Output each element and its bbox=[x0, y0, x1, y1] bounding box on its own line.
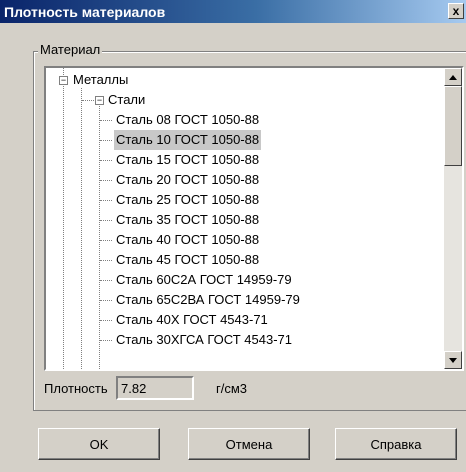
scroll-up-button[interactable] bbox=[444, 68, 462, 86]
close-icon[interactable]: x bbox=[448, 3, 464, 19]
tree-leaf-label: Сталь 40Х ГОСТ 4543-71 bbox=[116, 312, 268, 327]
collapse-icon[interactable]: − bbox=[59, 76, 68, 85]
tree-line bbox=[100, 120, 112, 121]
tree-line bbox=[100, 180, 112, 181]
arrow-down-icon bbox=[449, 357, 457, 363]
density-unit-label: г/см3 bbox=[216, 381, 248, 396]
tree-node-label: Металлы bbox=[73, 72, 129, 87]
material-group-label: Материал bbox=[38, 42, 103, 57]
tree-line bbox=[100, 160, 112, 161]
arrow-up-icon bbox=[449, 74, 457, 80]
tree-line bbox=[63, 68, 64, 369]
tree-line bbox=[82, 100, 94, 101]
tree-line bbox=[100, 320, 112, 321]
ok-button[interactable]: OK bbox=[38, 428, 160, 460]
tree-line bbox=[100, 280, 112, 281]
tree-leaf-label: Сталь 25 ГОСТ 1050-88 bbox=[116, 192, 260, 207]
tree-leaf-label: Сталь 65С2ВА ГОСТ 14959-79 bbox=[116, 292, 300, 307]
scroll-thumb[interactable] bbox=[444, 86, 462, 166]
tree-line bbox=[100, 140, 112, 141]
collapse-icon[interactable]: − bbox=[95, 96, 104, 105]
tree-leaf-label: Сталь 45 ГОСТ 1050-88 bbox=[116, 252, 260, 267]
material-tree[interactable]: − Металлы − Стали Сталь 08 ГОСТ 1050-88 С… bbox=[44, 66, 464, 371]
density-label: Плотность bbox=[44, 381, 108, 396]
title-bar: Плотность материалов x bbox=[0, 0, 466, 23]
density-field[interactable] bbox=[116, 376, 194, 400]
scroll-down-button[interactable] bbox=[444, 351, 462, 369]
tree-line bbox=[100, 240, 112, 241]
window-title: Плотность материалов bbox=[4, 3, 166, 20]
tree-line bbox=[100, 340, 112, 341]
tree-leaf-label: Сталь 60С2А ГОСТ 14959-79 bbox=[116, 272, 292, 287]
tree-line bbox=[100, 220, 112, 221]
help-button[interactable]: Справка bbox=[335, 428, 457, 460]
tree-line bbox=[81, 88, 82, 369]
tree-leaf-label: Сталь 35 ГОСТ 1050-88 bbox=[116, 212, 260, 227]
tree-line bbox=[100, 200, 112, 201]
tree-leaf-label: Сталь 15 ГОСТ 1050-88 bbox=[116, 152, 260, 167]
tree-content: − Металлы − Стали Сталь 08 ГОСТ 1050-88 С… bbox=[46, 68, 444, 369]
tree-line bbox=[100, 300, 112, 301]
tree-leaf-label: Сталь 20 ГОСТ 1050-88 bbox=[116, 172, 260, 187]
vertical-scrollbar[interactable] bbox=[444, 68, 462, 369]
tree-leaf-label: Сталь 30ХГСА ГОСТ 4543-71 bbox=[116, 332, 293, 347]
cancel-button[interactable]: Отмена bbox=[188, 428, 310, 460]
tree-node-label: Стали bbox=[108, 92, 146, 107]
tree-line bbox=[100, 260, 112, 261]
tree-leaf-label: Сталь 10 ГОСТ 1050-88 bbox=[114, 130, 262, 150]
tree-leaf-label: Сталь 40 ГОСТ 1050-88 bbox=[116, 232, 260, 247]
tree-leaf-label: Сталь 08 ГОСТ 1050-88 bbox=[116, 112, 260, 127]
tree-line bbox=[99, 96, 100, 369]
